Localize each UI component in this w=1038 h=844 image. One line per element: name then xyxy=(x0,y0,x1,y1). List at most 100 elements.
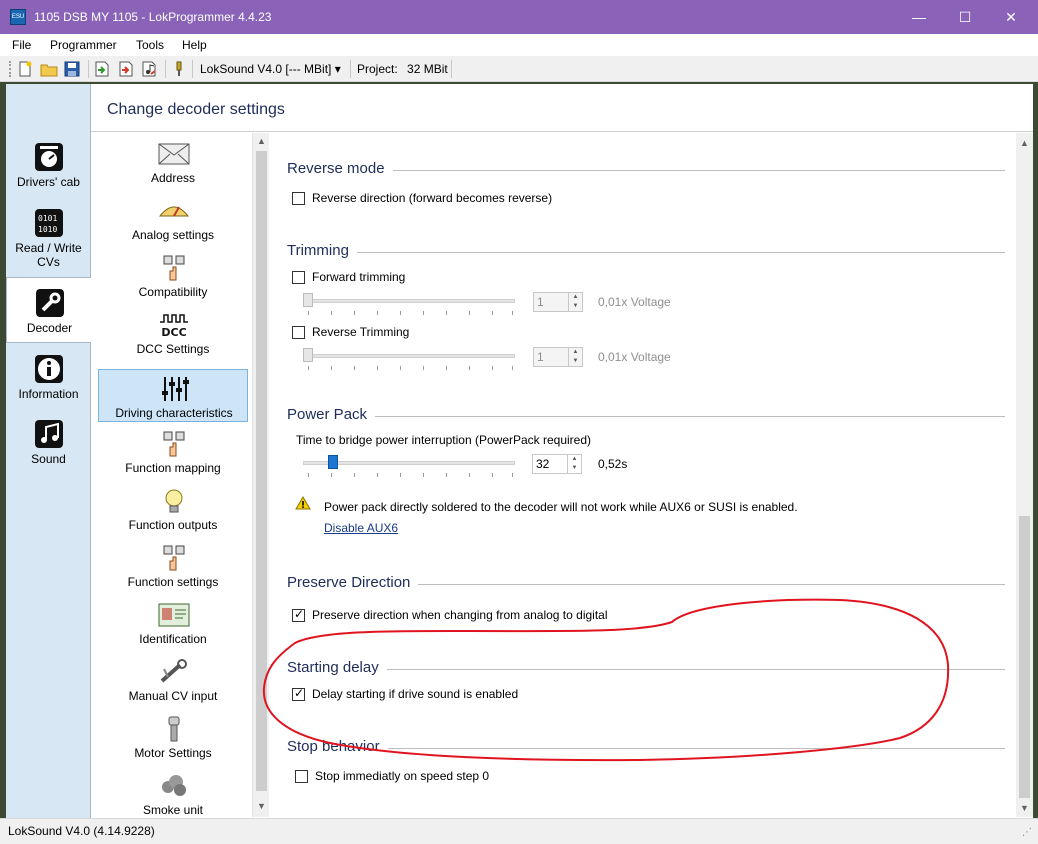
section-title: Starting delay xyxy=(287,659,387,676)
spinbox-value: 1 xyxy=(537,350,544,364)
sound-write-icon[interactable] xyxy=(140,60,158,78)
id-card-icon xyxy=(158,603,190,627)
checkbox-box[interactable] xyxy=(292,326,305,339)
new-file-icon[interactable] xyxy=(16,60,34,78)
compatibility-icon xyxy=(163,255,185,281)
category-function-settings[interactable]: Function settings xyxy=(98,539,248,592)
category-label: Function outputs xyxy=(128,518,218,532)
menu-programmer[interactable]: Programmer xyxy=(46,37,121,53)
open-folder-icon[interactable] xyxy=(40,60,58,78)
read-icon[interactable] xyxy=(93,60,111,78)
reverse-trimming-unit: 0,01x Voltage xyxy=(598,350,671,364)
category-label: Smoke unit xyxy=(142,803,204,817)
category-label: Motor Settings xyxy=(134,746,212,760)
checkbox-box[interactable] xyxy=(292,271,305,284)
envelope-icon xyxy=(158,143,190,165)
menu-file[interactable]: File xyxy=(8,37,35,53)
checkbox-box[interactable] xyxy=(292,192,305,205)
power-pack-spinbox[interactable]: 32 ▲ ▼ xyxy=(532,454,582,474)
nav-read-write-cvs[interactable]: 0101 1010 Read / Write CVs xyxy=(6,208,91,269)
scrollbar-thumb[interactable] xyxy=(1019,516,1030,798)
motor-icon xyxy=(168,716,180,742)
section-title: Reverse mode xyxy=(287,160,393,177)
nav-drivers-cab[interactable]: Drivers' cab xyxy=(6,142,91,189)
slider-ticks xyxy=(308,311,520,315)
function-settings-icon xyxy=(163,545,185,571)
category-driving-characteristics[interactable]: Driving characteristics xyxy=(98,369,248,422)
toolbar-separator xyxy=(350,60,351,78)
close-button[interactable]: ✕ xyxy=(988,0,1034,34)
category-function-mapping[interactable]: Function mapping xyxy=(98,425,248,478)
project-size: 32 MBit xyxy=(407,62,448,76)
nav-sound[interactable]: Sound xyxy=(6,419,91,466)
category-scrollbar[interactable]: ▲ ▼ xyxy=(252,133,269,817)
nav-label: Drivers' cab xyxy=(17,175,80,189)
write-icon[interactable] xyxy=(117,60,135,78)
category-motor-settings[interactable]: Motor Settings xyxy=(98,710,248,763)
menu-help[interactable]: Help xyxy=(178,37,211,53)
power-pack-warning: Power pack directly soldered to the deco… xyxy=(324,500,798,514)
checkbox-box[interactable] xyxy=(295,770,308,783)
slider-thumb[interactable] xyxy=(328,455,338,469)
svg-text:0101: 0101 xyxy=(38,214,57,223)
scroll-down-icon[interactable]: ▼ xyxy=(253,798,270,814)
toolbar: LokSound V4.0 [--- MBit] ▾ Project: 32 M… xyxy=(0,56,1038,82)
nav-decoder[interactable]: Decoder xyxy=(6,277,92,343)
nav-label: Information xyxy=(18,387,79,401)
disable-aux6-link[interactable]: Disable AUX6 xyxy=(324,521,398,535)
nav-information[interactable]: Information xyxy=(6,354,91,401)
category-manual-cv-input[interactable]: Manual CV input xyxy=(98,653,248,706)
menu-bar: File Programmer Tools Help xyxy=(0,34,1038,56)
nav-label: Decoder xyxy=(26,321,73,335)
category-identification[interactable]: Identification xyxy=(98,596,248,649)
save-icon[interactable] xyxy=(63,60,81,78)
toolbar-separator xyxy=(192,60,193,78)
project-label: Project: xyxy=(357,62,398,76)
power-pack-slider[interactable] xyxy=(303,455,515,471)
spin-arrows-icon[interactable]: ▲ ▼ xyxy=(567,455,581,473)
menu-tools[interactable]: Tools xyxy=(132,37,168,53)
category-analog-settings[interactable]: Analog settings xyxy=(98,192,248,245)
category-address[interactable]: Address xyxy=(98,135,248,188)
scrollbar-thumb[interactable] xyxy=(256,151,267,791)
section-starting-delay: Starting delay xyxy=(287,659,1005,679)
category-label: Function mapping xyxy=(125,461,221,475)
category-smoke-unit[interactable]: Smoke unit xyxy=(98,767,248,817)
content-scrollbar[interactable]: ▲ ▼ xyxy=(1016,133,1033,817)
spin-arrows-icon: ▲ ▼ xyxy=(568,293,582,311)
lightbulb-icon xyxy=(165,489,183,513)
category-dcc-settings[interactable]: DCC DCC Settings xyxy=(98,306,248,359)
category-compatibility[interactable]: Compatibility xyxy=(98,249,248,302)
nav-label: Sound xyxy=(31,452,66,466)
gauge-icon xyxy=(158,206,190,217)
information-icon xyxy=(34,355,63,383)
toolbar-separator xyxy=(88,60,89,78)
dcc-icon-text: DCC xyxy=(161,326,186,338)
section-reverse-mode: Reverse mode xyxy=(287,160,1005,180)
category-label: Compatibility xyxy=(138,285,208,299)
settings-content: Reverse mode Reverse direction (forward … xyxy=(270,133,1016,817)
dcc-icon: DCC xyxy=(160,314,188,338)
spinbox-value: 1 xyxy=(537,295,544,309)
connect-icon[interactable] xyxy=(170,60,188,78)
scroll-up-icon[interactable]: ▲ xyxy=(253,133,270,149)
panel-title: Change decoder settings xyxy=(107,101,285,118)
main-navigation: Drivers' cab 0101 1010 Read / Write CVs D… xyxy=(6,84,92,818)
smoke-icon xyxy=(162,775,186,796)
scroll-down-icon[interactable]: ▼ xyxy=(1016,800,1033,816)
device-select[interactable]: LokSound V4.0 [--- MBit] ▾ xyxy=(196,59,345,79)
title-bar: ESU 1105 DSB MY 1105 - LokProgrammer 4.4… xyxy=(0,0,1038,34)
svg-text:1010: 1010 xyxy=(38,225,57,234)
resize-grip-icon[interactable]: ⋰ xyxy=(1022,827,1032,838)
checkbox-label: Reverse Trimming xyxy=(312,325,410,339)
checkbox-box[interactable] xyxy=(292,686,305,701)
spinbox-value: 32 xyxy=(536,457,550,471)
maximize-button[interactable]: ☐ xyxy=(942,0,988,34)
scroll-up-icon[interactable]: ▲ xyxy=(1016,135,1033,151)
section-title: Stop behavior xyxy=(287,738,388,755)
category-label: Analog settings xyxy=(131,228,215,242)
minimize-button[interactable]: — xyxy=(896,0,942,34)
status-bar: LokSound V4.0 (4.14.9228) ⋰ xyxy=(0,818,1038,844)
checkbox-box[interactable] xyxy=(292,607,305,622)
category-function-outputs[interactable]: Function outputs xyxy=(98,482,248,535)
